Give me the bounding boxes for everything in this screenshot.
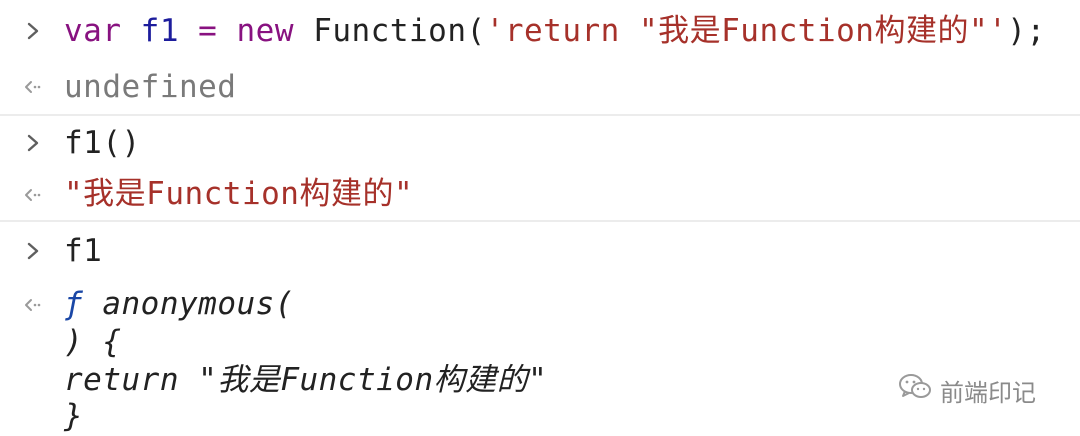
constructor-call: Function( xyxy=(313,13,486,49)
statement-end: ); xyxy=(1007,13,1046,49)
wechat-icon xyxy=(898,372,932,408)
output-value: undefined xyxy=(64,69,237,105)
output-return-icon xyxy=(18,72,48,102)
operator-assign: = xyxy=(198,13,218,49)
watermark-text: 前端印记 xyxy=(940,378,1036,407)
input-prompt-icon xyxy=(18,128,48,158)
console-input-row[interactable]: f1 xyxy=(0,226,1080,282)
console-output-row[interactable]: ƒ anonymous( ) { return "我是Function构建的" … xyxy=(0,282,1080,434)
function-close-brace: } xyxy=(64,398,84,434)
console-input-code: var f1 = new Function('return "我是Functio… xyxy=(64,13,1046,49)
function-signature-line: ƒ anonymous( xyxy=(64,286,294,322)
devtools-console: var f1 = new Function('return "我是Functio… xyxy=(0,0,1080,436)
entry-divider xyxy=(0,220,1080,222)
output-return-icon xyxy=(18,180,48,210)
function-params-close: ) { xyxy=(64,324,122,360)
identifier-f1: f1 xyxy=(140,13,179,49)
console-input-code: f1() xyxy=(64,125,141,161)
input-prompt-icon xyxy=(18,16,48,46)
entry-divider xyxy=(0,114,1080,116)
console-input-row[interactable]: var f1 = new Function('return "我是Functio… xyxy=(0,8,1080,64)
function-glyph: ƒ xyxy=(64,286,84,322)
console-input-row[interactable]: f1() xyxy=(0,118,1080,174)
string-literal: 'return "我是Function构建的"' xyxy=(485,13,1008,49)
function-body-line: return "我是Function构建的" xyxy=(64,362,547,398)
output-value: "我是Function构建的" xyxy=(64,176,414,212)
keyword-new: new xyxy=(236,13,295,49)
function-name: anonymous( xyxy=(102,286,294,322)
console-input-code: f1 xyxy=(64,233,103,269)
watermark: 前端印记 xyxy=(898,372,1036,408)
console-output-row: "我是Function构建的" xyxy=(0,168,1080,224)
output-return-icon xyxy=(18,290,48,320)
input-prompt-icon xyxy=(18,236,48,266)
console-output-row: undefined xyxy=(0,62,1080,118)
keyword-var: var xyxy=(64,13,122,49)
keyword-return: return xyxy=(64,362,179,398)
return-string: "我是Function构建的" xyxy=(198,362,548,398)
